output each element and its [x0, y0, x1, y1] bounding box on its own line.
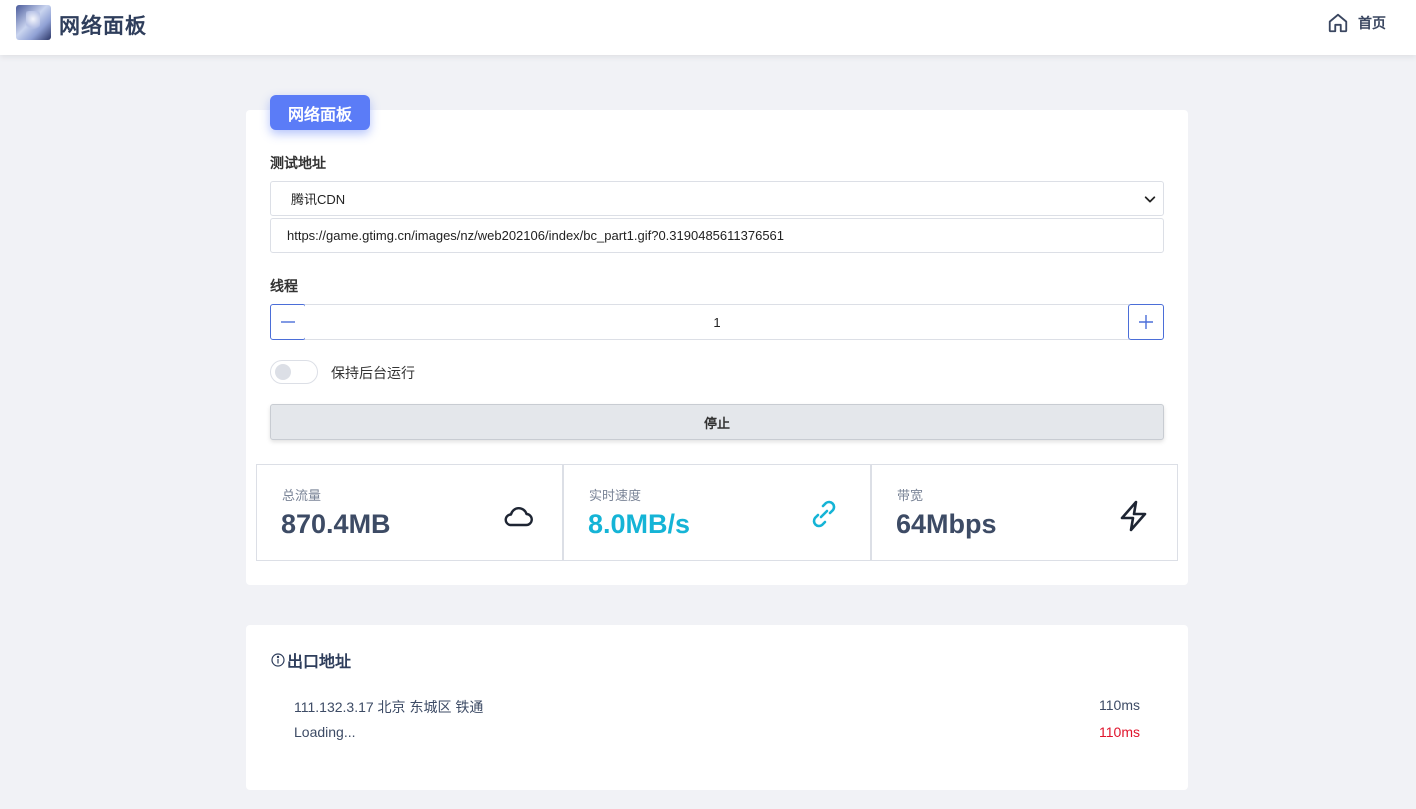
stat-title: 实时速度	[589, 488, 642, 503]
keep-background-label: 保持后台运行	[331, 365, 415, 381]
exit-address-title: 出口地址	[271, 648, 351, 672]
exit-address-row: Loading... 110ms	[294, 724, 1140, 742]
stat-title: 总流量	[282, 488, 322, 503]
stop-button[interactable]: 停止	[270, 404, 1164, 440]
test-address-label: 测试地址	[270, 155, 326, 171]
stat-value: 64Mbps	[896, 509, 997, 539]
threads-decrement-button[interactable]	[270, 304, 306, 340]
minus-icon	[281, 321, 295, 323]
stat-value: 8.0MB/s	[588, 509, 691, 539]
home-nav-label: 首页	[1358, 15, 1386, 31]
panel-badge: 网络面板	[270, 95, 370, 130]
stat-title: 带宽	[897, 488, 924, 503]
exit-address-title-text: 出口地址	[287, 654, 352, 671]
keep-background-toggle[interactable]	[270, 360, 318, 384]
app-title[interactable]: 网络面板	[59, 10, 147, 40]
info-icon	[271, 653, 285, 667]
threads-label: 线程	[270, 278, 298, 294]
lightning-icon	[1120, 500, 1147, 532]
stat-total-traffic: 总流量 870.4MB	[256, 464, 563, 561]
threads-value[interactable]: 1	[305, 304, 1129, 340]
exit-address-text: 111.132.3.17 北京 东城区 铁通	[294, 699, 484, 715]
home-icon	[1328, 13, 1348, 33]
stat-value: 870.4MB	[281, 509, 391, 539]
exit-latency: 110ms	[1099, 724, 1140, 740]
exit-latency: 110ms	[1099, 697, 1140, 713]
app-logo[interactable]	[16, 5, 51, 40]
link-icon	[812, 500, 836, 528]
threads-increment-button[interactable]	[1128, 304, 1164, 340]
top-navbar: 网络面板 首页	[0, 0, 1416, 55]
test-url-input[interactable]: https://game.gtimg.cn/images/nz/web20210…	[270, 218, 1164, 253]
test-source-selected: 腾讯CDN	[291, 192, 346, 207]
stat-realtime-speed: 实时速度 8.0MB/s	[563, 464, 871, 561]
exit-address-text: Loading...	[294, 724, 356, 740]
home-nav-link[interactable]: 首页	[1327, 12, 1386, 34]
stat-bandwidth: 带宽 64Mbps	[871, 464, 1178, 561]
plus-icon	[1139, 315, 1153, 329]
test-source-select[interactable]: 腾讯CDN	[270, 181, 1164, 216]
chevron-down-icon	[1144, 196, 1156, 203]
cloud-icon	[504, 507, 533, 527]
exit-address-row: 111.132.3.17 北京 东城区 铁通 110ms	[294, 697, 1140, 715]
toggle-knob	[275, 364, 291, 380]
